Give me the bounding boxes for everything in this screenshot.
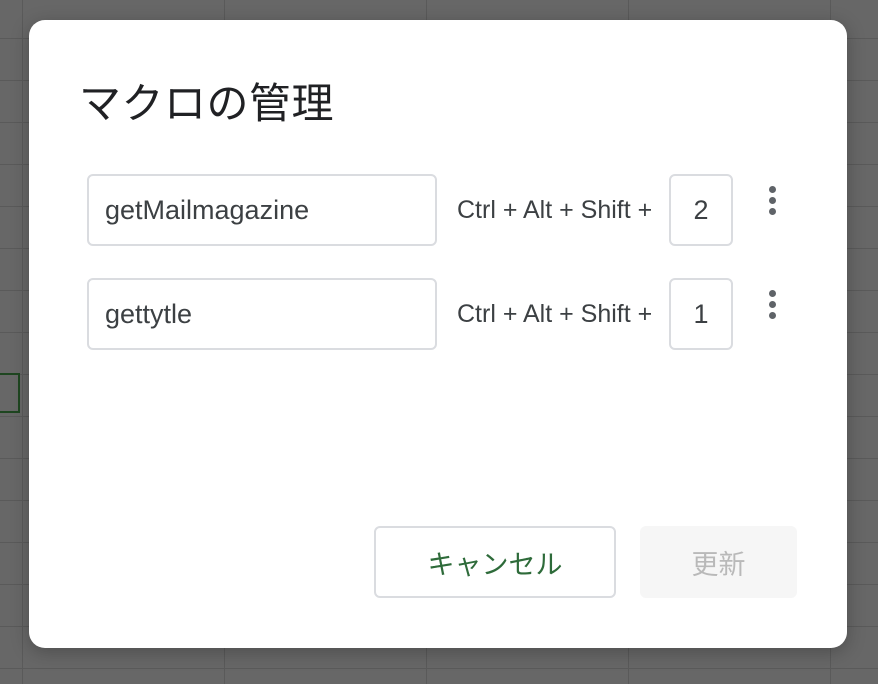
manage-macros-dialog: マクロの管理 Ctrl + Alt + Shift + Ctrl + Alt +… xyxy=(29,20,847,648)
more-vert-icon[interactable] xyxy=(757,284,787,324)
macro-name-input[interactable] xyxy=(87,278,437,350)
update-button[interactable]: 更新 xyxy=(640,526,797,598)
shortcut-key-input[interactable] xyxy=(669,278,733,350)
shortcut-key-input[interactable] xyxy=(669,174,733,246)
macro-row: Ctrl + Alt + Shift + xyxy=(87,278,787,350)
shortcut-prefix-label: Ctrl + Alt + Shift + xyxy=(457,300,653,328)
shortcut-prefix-label: Ctrl + Alt + Shift + xyxy=(457,196,653,224)
spreadsheet-selected-cell xyxy=(0,373,20,413)
macro-name-input[interactable] xyxy=(87,174,437,246)
macro-row: Ctrl + Alt + Shift + xyxy=(87,174,787,246)
dialog-title: マクロの管理 xyxy=(79,79,335,128)
cancel-button[interactable]: キャンセル xyxy=(374,526,616,598)
more-vert-icon[interactable] xyxy=(757,180,787,220)
